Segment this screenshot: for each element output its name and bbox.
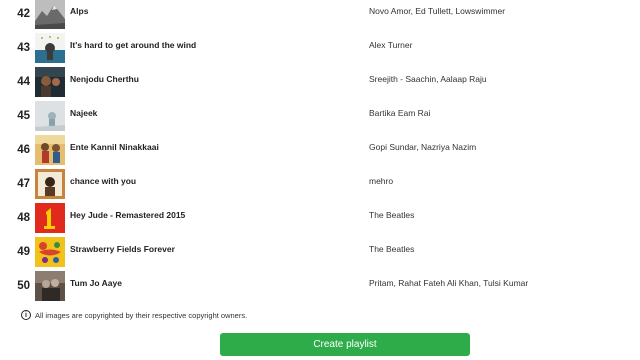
track-title[interactable]: It's hard to get around the wind xyxy=(70,31,196,65)
track-row[interactable]: 42 Alps Novo Amor, Ed Tullett, Lowswimme… xyxy=(0,0,640,31)
track-artist[interactable]: mehro xyxy=(369,167,393,201)
track-row[interactable]: 47 chance with you mehro xyxy=(0,167,640,201)
track-rank: 47 xyxy=(17,178,30,190)
track-title[interactable]: Alps xyxy=(70,0,88,31)
track-artist[interactable]: Sreejith - Saachin, Aalaap Raju xyxy=(369,65,487,99)
track-artist[interactable]: The Beatles xyxy=(369,235,414,269)
album-art-ente-kannil-ninakkaai-icon xyxy=(35,135,65,165)
album-art-alps-icon xyxy=(35,0,65,29)
track-title[interactable]: Nenjodu Cherthu xyxy=(70,65,139,99)
info-icon: i xyxy=(21,310,31,320)
track-row[interactable]: 50 Tum Jo Aaye Pritam, Rahat Fateh Ali K… xyxy=(0,269,640,303)
album-art-strawberry-fields-forever-icon xyxy=(35,237,65,267)
album-art-hard-to-get-around-the-wind-icon xyxy=(35,33,65,63)
track-artist[interactable]: Gopi Sundar, Nazriya Nazim xyxy=(369,133,476,167)
track-rank: 42 xyxy=(17,8,30,20)
track-artist[interactable]: Alex Turner xyxy=(369,31,412,65)
track-artist[interactable]: The Beatles xyxy=(369,201,414,235)
track-row[interactable]: 46 Ente Kannil Ninakkaai Gopi Sundar, Na… xyxy=(0,133,640,167)
track-title[interactable]: Hey Jude - Remastered 2015 xyxy=(70,201,185,235)
copyright-text: All images are copyrighted by their resp… xyxy=(35,310,248,320)
track-row[interactable]: 44 Nenjodu Cherthu Sreejith - Saachin, A… xyxy=(0,65,640,99)
track-rank: 46 xyxy=(17,144,30,156)
track-title[interactable]: Strawberry Fields Forever xyxy=(70,235,175,269)
track-title[interactable]: Ente Kannil Ninakkaai xyxy=(70,133,159,167)
track-rank: 48 xyxy=(17,212,30,224)
album-art-najeek-icon xyxy=(35,101,65,131)
album-art-chance-with-you-icon xyxy=(35,169,65,199)
album-art-beatles-1-icon xyxy=(35,203,65,233)
track-rank: 43 xyxy=(17,42,30,54)
track-artist[interactable]: Bartika Eam Rai xyxy=(369,99,430,133)
track-rank: 45 xyxy=(17,110,30,122)
track-title[interactable]: chance with you xyxy=(70,167,136,201)
album-art-nenjodu-cherthu-icon xyxy=(35,67,65,97)
track-rank: 50 xyxy=(17,280,30,292)
track-rank: 49 xyxy=(17,246,30,258)
track-artist[interactable]: Novo Amor, Ed Tullett, Lowswimmer xyxy=(369,0,505,31)
track-title[interactable]: Najeek xyxy=(70,99,97,133)
track-title[interactable]: Tum Jo Aaye xyxy=(70,269,122,303)
track-row[interactable]: 43 It's hard to get around the wind Alex… xyxy=(0,31,640,65)
track-row[interactable]: 45 Najeek Bartika Eam Rai xyxy=(0,99,640,133)
album-art-tum-jo-aaye-icon xyxy=(35,271,65,301)
copyright-notice: i All images are copyrighted by their re… xyxy=(21,308,247,322)
create-playlist-button[interactable]: Create playlist xyxy=(220,333,470,356)
track-rank: 44 xyxy=(17,76,30,88)
track-row[interactable]: 49 Strawberry Fields Forever The Beatles xyxy=(0,235,640,269)
track-row[interactable]: 48 Hey Jude - Remastered 2015 The Beatle… xyxy=(0,201,640,235)
track-artist[interactable]: Pritam, Rahat Fateh Ali Khan, Tulsi Kuma… xyxy=(369,269,528,303)
